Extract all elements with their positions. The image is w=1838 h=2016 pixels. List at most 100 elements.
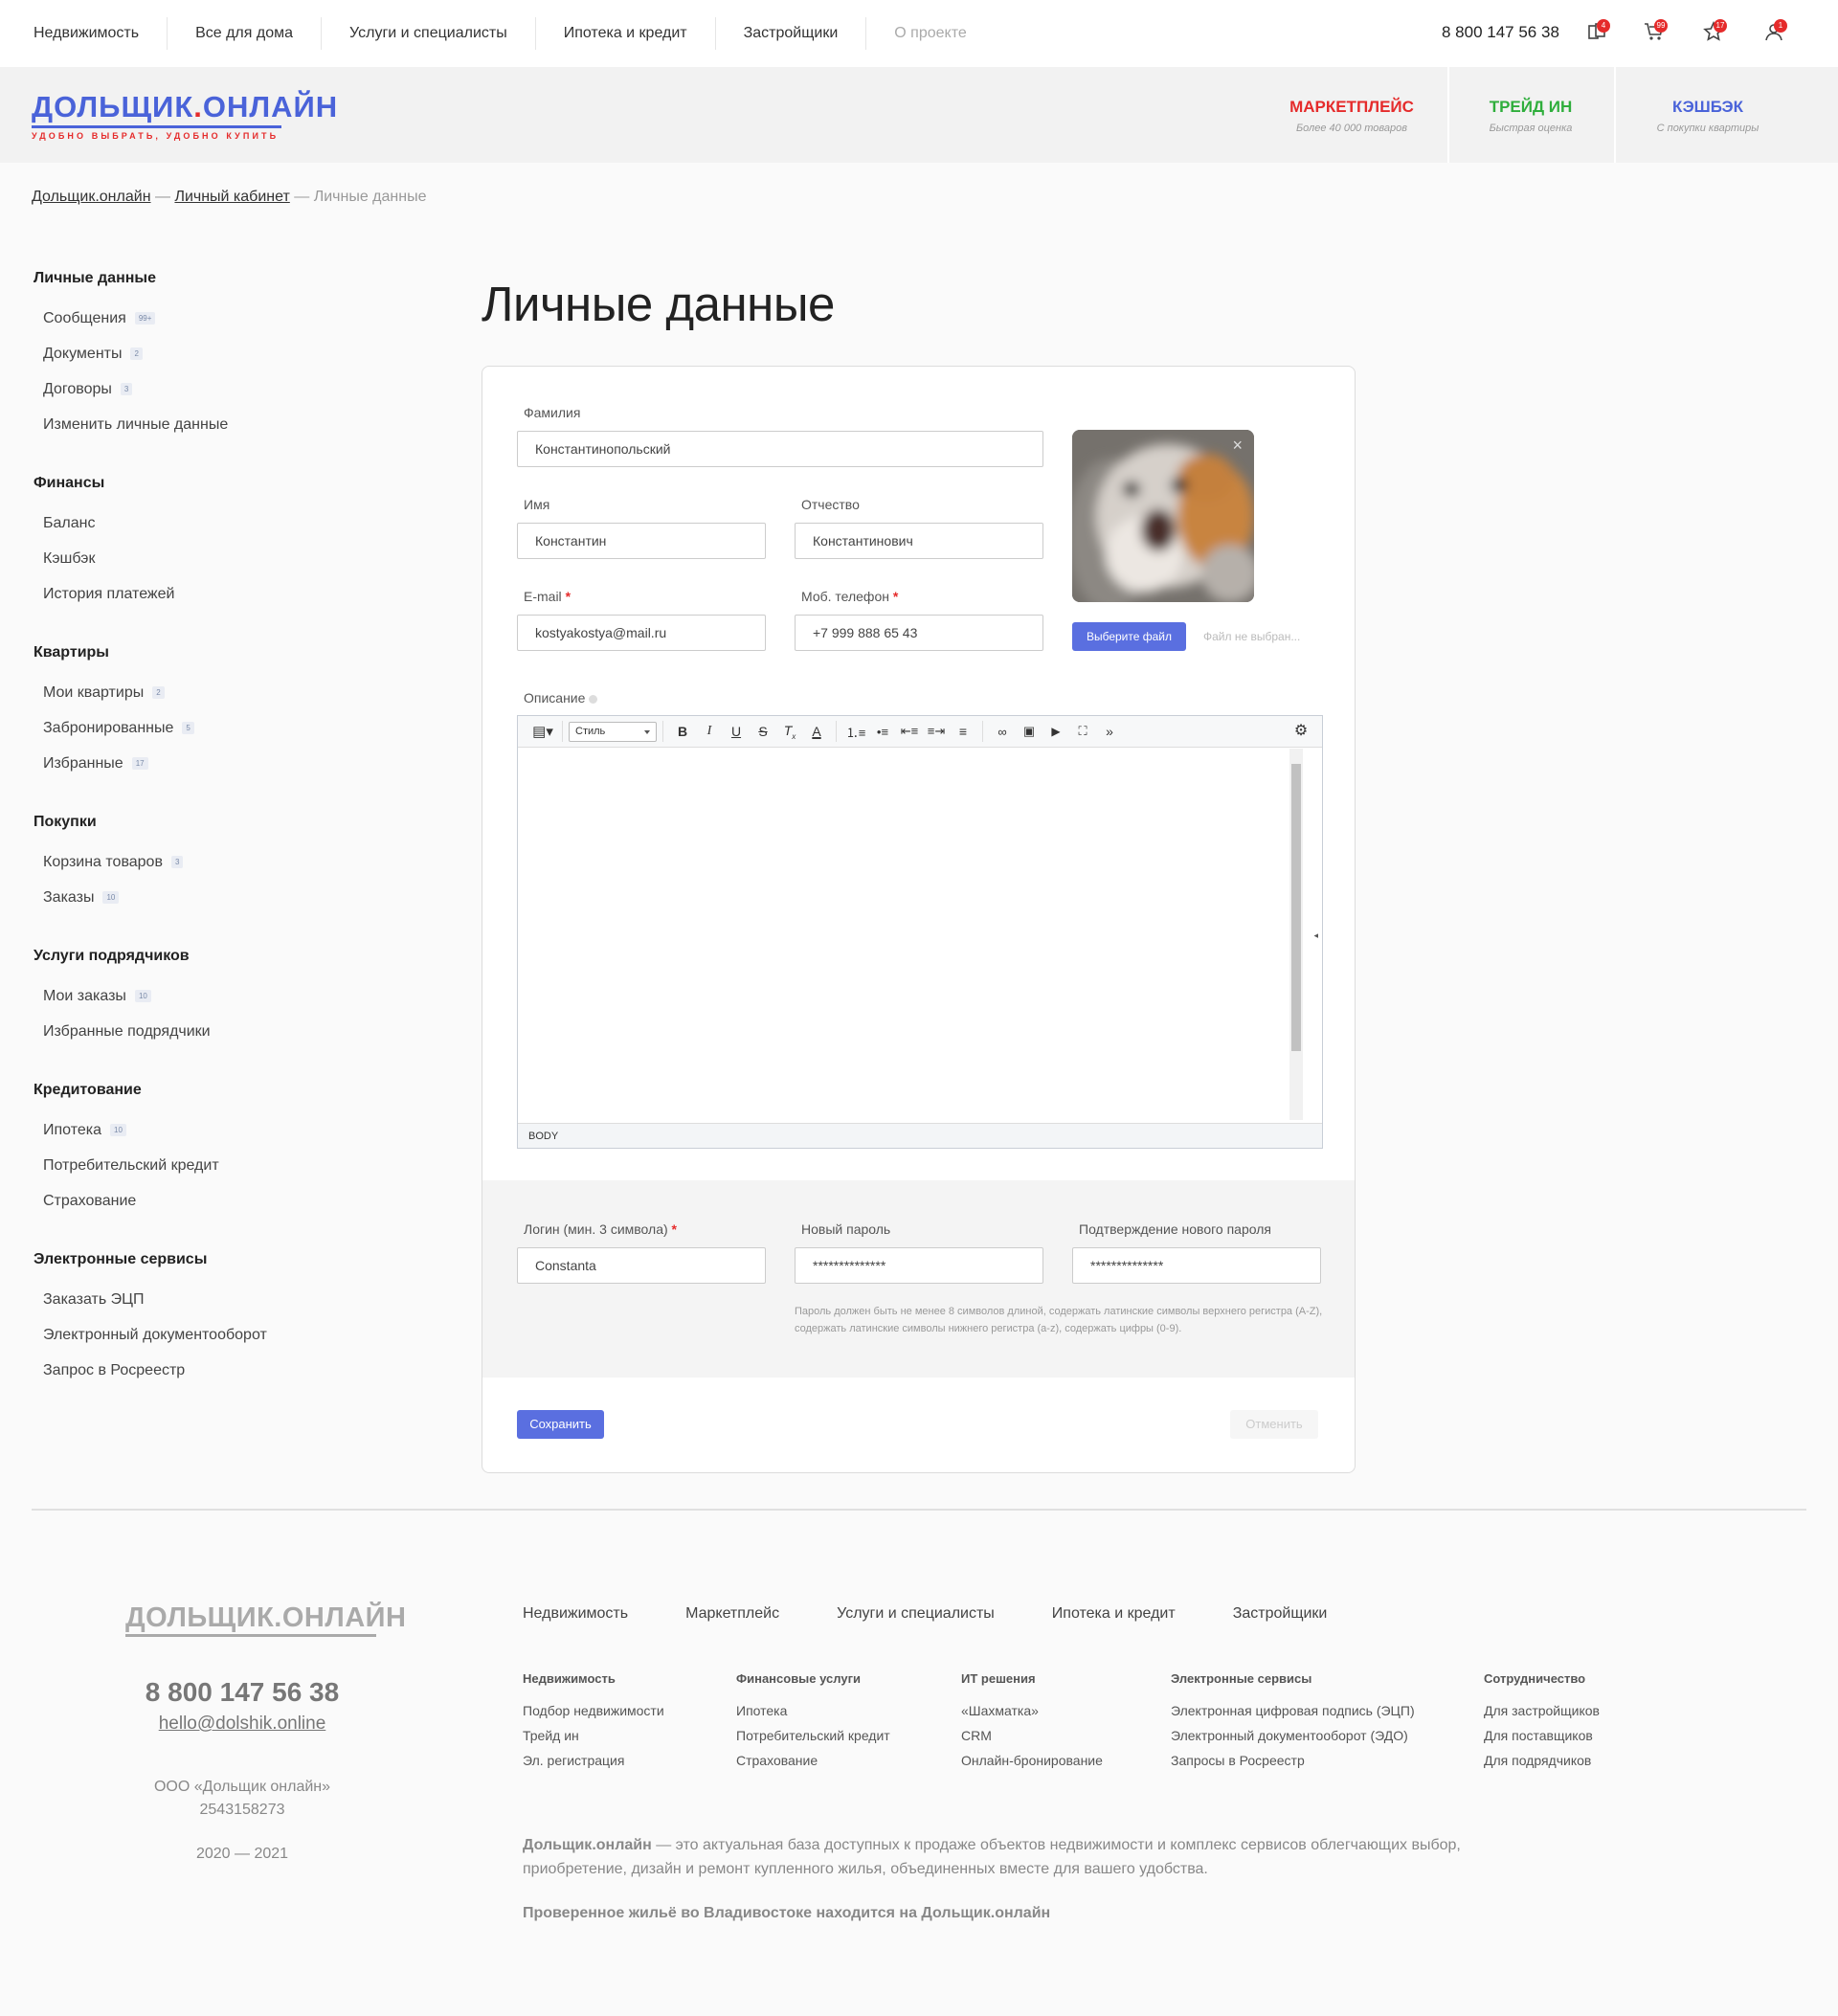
sidebar-item[interactable]: Избранные подрядчики: [34, 1014, 397, 1049]
footer-nav-realty[interactable]: Недвижимость: [523, 1605, 628, 1623]
sidebar-item[interactable]: Потребительский кредит: [34, 1148, 397, 1183]
ordered-list-icon[interactable]: ⒈≡: [842, 723, 869, 741]
sidebar-group-title: Личные данные: [34, 270, 156, 286]
sidebar-item[interactable]: Электронный документооборот: [34, 1317, 397, 1353]
footer-link[interactable]: Трейд ин: [523, 1723, 664, 1748]
top-nav-realty[interactable]: Недвижимость: [0, 17, 168, 50]
outdent-icon[interactable]: ⇤≡: [896, 724, 923, 739]
footer-link[interactable]: Ипотека: [736, 1698, 890, 1723]
sidebar-item[interactable]: Договоры 3: [34, 371, 397, 407]
settings-icon[interactable]: ⚙: [1288, 721, 1314, 740]
sidebar-item[interactable]: Мои заказы 10: [34, 978, 397, 1014]
footer-nav-mortgage[interactable]: Ипотека и кредит: [1052, 1605, 1176, 1623]
text-color-icon[interactable]: A: [803, 724, 830, 739]
patronymic-input[interactable]: Константинович: [795, 523, 1043, 559]
breadcrumb-cabinet[interactable]: Личный кабинет: [174, 189, 289, 205]
footer-link[interactable]: Электронный документооборот (ЭДО): [1171, 1723, 1415, 1748]
sidebar-item[interactable]: Ипотека 10: [34, 1112, 397, 1148]
favorites-button[interactable]: 17: [1703, 19, 1728, 44]
top-nav-developers[interactable]: Застройщики: [716, 17, 867, 50]
underline-icon[interactable]: U: [723, 724, 750, 739]
remove-photo-icon[interactable]: ×: [1232, 436, 1243, 456]
bold-icon[interactable]: B: [669, 724, 696, 739]
footer-phone[interactable]: 8 800 147 56 38: [96, 1677, 389, 1708]
video-icon[interactable]: ▶: [1042, 725, 1069, 738]
italic-icon[interactable]: I: [696, 724, 723, 739]
footer-link[interactable]: «Шахматка»: [961, 1698, 1103, 1723]
sidebar-item[interactable]: Страхование: [34, 1183, 397, 1219]
footer-link[interactable]: Электронная цифровая подпись (ЭЦП): [1171, 1698, 1415, 1723]
sidebar-item[interactable]: История платежей: [34, 576, 397, 612]
top-nav-home-goods[interactable]: Все для дома: [168, 17, 323, 50]
editor-content-area[interactable]: ◂: [518, 749, 1322, 1120]
login-input[interactable]: Constanta: [517, 1247, 766, 1284]
footer-link[interactable]: CRM: [961, 1723, 1103, 1748]
footer-nav-developers[interactable]: Застройщики: [1233, 1605, 1328, 1623]
editor-scrollbar[interactable]: [1289, 749, 1303, 1120]
sidebar-item[interactable]: Заказы 10: [34, 880, 397, 915]
sidebar-item[interactable]: Забронированные 5: [34, 710, 397, 746]
sidebar-item[interactable]: Избранные 17: [34, 746, 397, 781]
footer-nav-services[interactable]: Услуги и специалисты: [837, 1605, 995, 1623]
sidebar-item[interactable]: Кэшбэк: [34, 541, 397, 576]
justify-icon[interactable]: ≡: [950, 724, 976, 739]
credentials-section: Логин (мин. 3 символа) * Constanta Новый…: [482, 1180, 1355, 1378]
top-nav-services[interactable]: Услуги и специалисты: [322, 17, 536, 50]
sidebar-item-label: Заказать ЭЦП: [43, 1290, 145, 1308]
link-icon[interactable]: ∞: [989, 725, 1016, 739]
footer-link[interactable]: Подбор недвижимости: [523, 1698, 664, 1723]
footer-link[interactable]: Онлайн-бронирование: [961, 1748, 1103, 1773]
footer-link[interactable]: Запросы в Росреестр: [1171, 1748, 1415, 1773]
name-input[interactable]: Константин: [517, 523, 766, 559]
compare-button[interactable]: 4: [1586, 19, 1611, 44]
footer-nav-marketplace[interactable]: Маркетплейс: [685, 1605, 779, 1623]
footer-link[interactable]: Для застройщиков: [1484, 1698, 1600, 1723]
cart-button[interactable]: 99: [1644, 19, 1669, 44]
top-phone[interactable]: 8 800 147 56 38: [1442, 23, 1559, 42]
cancel-button[interactable]: Отменить: [1230, 1410, 1318, 1439]
breadcrumb-home[interactable]: Дольщик.онлайн: [32, 189, 151, 205]
sidebar-item[interactable]: Мои квартиры 2: [34, 675, 397, 710]
email-input[interactable]: kostyakostya@mail.ru: [517, 615, 766, 651]
indent-icon[interactable]: ≡⇥: [923, 724, 950, 739]
strike-icon[interactable]: S: [750, 724, 776, 739]
style-select-value[interactable]: Стиль: [569, 721, 657, 742]
footer-logo[interactable]: ДОЛЬЩИК.ОНЛАЙН: [125, 1602, 406, 1637]
top-nav-mortgage[interactable]: Ипотека и кредит: [536, 17, 716, 50]
footer-link[interactable]: Для подрядчиков: [1484, 1748, 1600, 1773]
sidebar-group-title: Квартиры: [34, 644, 109, 661]
sidebar-item[interactable]: Баланс: [34, 505, 397, 541]
sidebar-item[interactable]: Документы 2: [34, 336, 397, 371]
footer-email[interactable]: hello@dolshik.online: [96, 1714, 389, 1735]
collapse-panel-icon[interactable]: ◂: [1313, 930, 1318, 941]
account-button[interactable]: 1: [1763, 19, 1788, 44]
source-button[interactable]: ▤▾: [524, 721, 563, 742]
top-nav-about[interactable]: О проекте: [866, 17, 994, 50]
surname-input[interactable]: Константинопольский: [517, 431, 1043, 467]
sidebar-item[interactable]: Сообщения 99+: [34, 301, 397, 336]
footer-tagline: Проверенное жильё во Владивостоке находи…: [523, 1905, 1051, 1921]
bullet-list-icon[interactable]: •≡: [869, 725, 896, 739]
new-password-input[interactable]: **************: [795, 1247, 1043, 1284]
site-logo[interactable]: ДОЛЬЩИК.ОНЛАЙН УДОБНО ВЫБРАТЬ, УДОБНО КУ…: [32, 90, 338, 141]
footer-link[interactable]: Для поставщиков: [1484, 1723, 1600, 1748]
sidebar-item[interactable]: Изменить личные данные: [34, 407, 397, 442]
footer-link[interactable]: Эл. регистрация: [523, 1748, 664, 1773]
style-select[interactable]: Стиль: [563, 721, 663, 742]
promo-marketplace[interactable]: МАРКЕТПЛЕЙС Более 40 000 товаров: [1269, 67, 1434, 163]
save-button[interactable]: Сохранить: [517, 1410, 604, 1439]
footer-link[interactable]: Потребительский кредит: [736, 1723, 890, 1748]
promo-cashback[interactable]: КЭШБЭК С покупки квартиры: [1614, 67, 1800, 163]
image-icon[interactable]: ▣: [1016, 724, 1042, 739]
promo-trade-in[interactable]: ТРЕЙД ИН Быстрая оценка: [1447, 67, 1612, 163]
sidebar-item[interactable]: Запрос в Росреестр: [34, 1353, 397, 1388]
confirm-password-input[interactable]: **************: [1072, 1247, 1321, 1284]
choose-file-button[interactable]: Выберите файл: [1072, 622, 1186, 651]
more-icon[interactable]: »: [1096, 724, 1123, 739]
phone-input[interactable]: +7 999 888 65 43: [795, 615, 1043, 651]
footer-link[interactable]: Страхование: [736, 1748, 890, 1773]
clear-format-icon[interactable]: Tx: [776, 723, 803, 741]
sidebar-item[interactable]: Заказать ЭЦП: [34, 1282, 397, 1317]
fullscreen-icon[interactable]: ⛶: [1069, 724, 1096, 739]
sidebar-item[interactable]: Корзина товаров 3: [34, 844, 397, 880]
